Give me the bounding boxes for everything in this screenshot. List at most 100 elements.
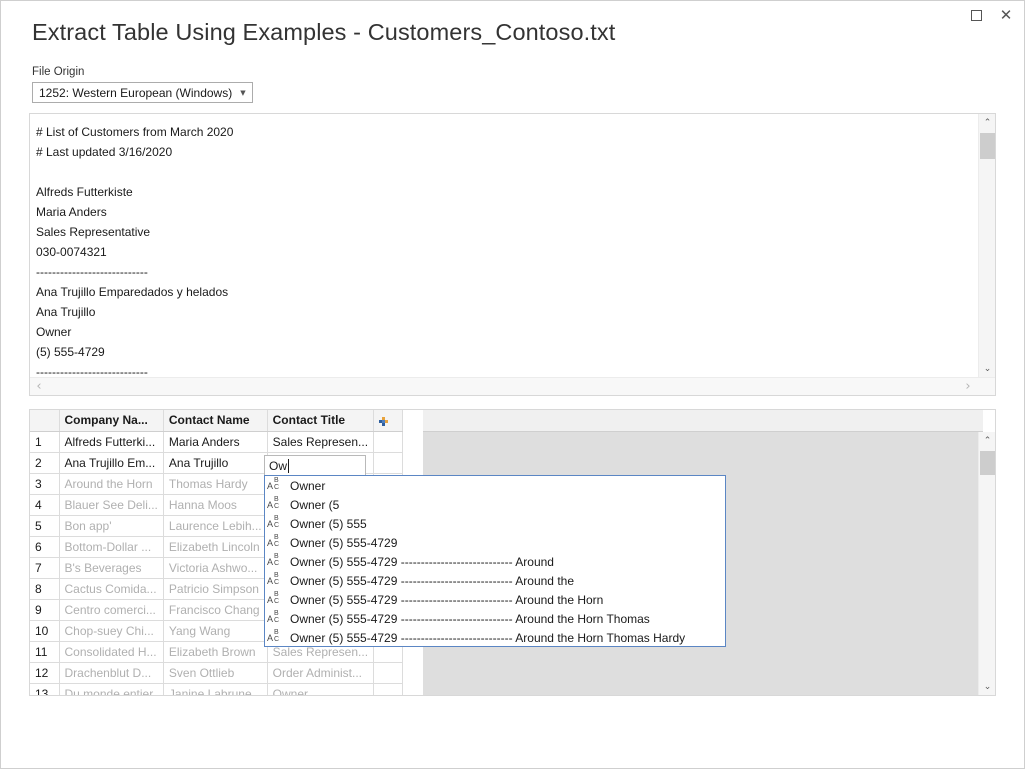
cell-company[interactable]: Cactus Comida... <box>59 578 164 600</box>
autocomplete-item-label: Owner (5) 555-4729 ---------------------… <box>290 592 604 607</box>
scroll-down-icon[interactable]: ⌄ <box>979 360 996 377</box>
autocomplete-item[interactable]: A B C Owner <box>265 476 725 495</box>
preview-line: # List of Customers from March 2020 <box>36 125 234 139</box>
row-number: 13 <box>30 683 60 695</box>
autocomplete-item-label: Owner (5 <box>290 497 340 512</box>
file-origin-value: 1252: Western European (Windows) <box>39 85 233 100</box>
contact-title-edit-value: Ow <box>269 458 287 473</box>
autocomplete-item[interactable]: A B C Owner (5) 555-4729 ------------------… <box>265 571 725 590</box>
scrollbar-thumb[interactable] <box>980 133 995 159</box>
grid-header-row: Company Na... Contact Name Contact Title <box>30 410 404 432</box>
column-header-title[interactable]: Contact Title <box>267 410 375 432</box>
row-number: 11 <box>30 641 60 663</box>
column-header-contact[interactable]: Contact Name <box>163 410 268 432</box>
column-header-company[interactable]: Company Na... <box>59 410 164 432</box>
cell-title[interactable]: Sales Represen... <box>267 431 375 453</box>
abc-text-type-icon: ABC <box>267 610 280 624</box>
autocomplete-item[interactable]: A B C Owner (5) 555-4729 <box>265 533 725 552</box>
cell-contact[interactable]: Maria Anders <box>163 431 268 453</box>
file-preview-pane: # List of Customers from March 2020 # Las… <box>29 113 996 396</box>
cell-company[interactable]: Du monde entier <box>59 683 164 695</box>
autocomplete-item[interactable]: A B C Owner (5) 555 <box>265 514 725 533</box>
close-button[interactable]: ✕ <box>990 1 1022 29</box>
cell-contact[interactable]: Laurence Lebih... <box>163 515 268 537</box>
text-caret <box>288 458 289 473</box>
row-number: 9 <box>30 599 60 621</box>
cell-company[interactable]: Around the Horn <box>59 473 164 495</box>
table-row[interactable]: 1 Alfreds Futterki... Maria Anders Sales Re… <box>30 431 404 453</box>
autocomplete-item[interactable]: A B C Owner (5 <box>265 495 725 514</box>
file-origin-label: File Origin <box>32 66 85 78</box>
abc-text-type-icon: ABC <box>267 629 280 643</box>
cell-company[interactable]: Ana Trujillo Em... <box>59 452 164 474</box>
contact-title-edit-cell[interactable]: Ow <box>264 455 366 476</box>
autocomplete-item[interactable]: A B C Owner (5) 555-4729 ------------------… <box>265 609 725 628</box>
cell-new-column[interactable] <box>373 452 404 474</box>
cell-title[interactable]: Order Administ... <box>267 662 375 684</box>
abc-text-type-icon: ABC <box>267 477 280 491</box>
cell-contact[interactable]: Sven Ottlieb <box>163 662 268 684</box>
maximize-button[interactable] <box>960 1 992 29</box>
table-row[interactable]: 12 Drachenblut D... Sven Ottlieb Order Admi… <box>30 662 404 684</box>
row-number: 10 <box>30 620 60 642</box>
preview-vertical-scrollbar[interactable]: ⌃ ⌄ <box>978 114 995 377</box>
add-column-header[interactable] <box>373 410 404 432</box>
autocomplete-item[interactable]: A B C Owner (5) 555-4729 ------------------… <box>265 590 725 609</box>
scroll-left-icon[interactable]: ‹ <box>30 378 48 395</box>
autocomplete-item[interactable]: A B C Owner (5) 555-4729 ------------------… <box>265 628 725 646</box>
abc-text-type-icon: ABC <box>267 496 280 510</box>
scroll-right-icon[interactable]: › <box>959 378 977 395</box>
cell-new-column[interactable] <box>373 683 404 695</box>
cell-contact[interactable]: Thomas Hardy <box>163 473 268 495</box>
cell-contact[interactable]: Janine Labrune <box>163 683 268 695</box>
cell-new-column[interactable] <box>373 431 404 453</box>
cell-company[interactable]: Centro comerci... <box>59 599 164 621</box>
page-title: Extract Table Using Examples - Customers… <box>32 19 616 45</box>
cell-contact[interactable]: Elizabeth Brown <box>163 641 268 663</box>
autocomplete-item-label: Owner (5) 555 <box>290 516 367 531</box>
cell-company[interactable]: B's Beverages <box>59 557 164 579</box>
row-number: 2 <box>30 452 60 474</box>
file-origin-dropdown[interactable]: 1252: Western European (Windows) ▼ <box>32 82 253 103</box>
preview-line: Owner <box>36 325 72 339</box>
cell-company[interactable]: Bottom-Dollar ... <box>59 536 164 558</box>
row-number: 4 <box>30 494 60 516</box>
autocomplete-item[interactable]: A B C Owner (5) 555-4729 ------------------… <box>265 552 725 571</box>
preview-line: # Last updated 3/16/2020 <box>36 145 173 159</box>
preview-line: Maria Anders <box>36 205 107 219</box>
cell-company[interactable]: Consolidated H... <box>59 641 164 663</box>
cell-company[interactable]: Drachenblut D... <box>59 662 164 684</box>
table-row[interactable]: 13 Du monde entier Janine Labrune Owner <box>30 683 404 695</box>
row-number: 1 <box>30 431 60 453</box>
cell-contact[interactable]: Yang Wang <box>163 620 268 642</box>
cell-contact[interactable]: Hanna Moos <box>163 494 268 516</box>
autocomplete-suggestion-list[interactable]: A B C Owner A B C Owner (5 A B C Owner (5) 555 A B C Ow… <box>264 475 726 647</box>
autocomplete-item-label: Owner (5) 555-4729 ---------------------… <box>290 554 554 569</box>
cell-contact[interactable]: Elizabeth Lincoln <box>163 536 268 558</box>
add-column-icon <box>379 416 389 426</box>
grid-vertical-scrollbar[interactable]: ⌃ ⌄ <box>978 432 995 695</box>
cell-contact[interactable]: Patricio Simpson <box>163 578 268 600</box>
cell-company[interactable]: Alfreds Futterki... <box>59 431 164 453</box>
cell-new-column[interactable] <box>373 662 404 684</box>
autocomplete-item-label: Owner (5) 555-4729 ---------------------… <box>290 573 574 588</box>
scroll-up-icon[interactable]: ⌃ <box>979 114 996 131</box>
preview-line: Ana Trujillo Emparedados y helados <box>36 285 229 299</box>
cell-contact[interactable]: Francisco Chang <box>163 599 268 621</box>
cell-contact[interactable]: Ana Trujillo <box>163 452 268 474</box>
row-number: 3 <box>30 473 60 495</box>
preview-horizontal-scrollbar[interactable]: ‹ › <box>30 377 995 395</box>
preview-line: (5) 555-4729 <box>36 345 105 359</box>
scrollbar-thumb[interactable] <box>980 451 995 475</box>
preview-line: ---------------------------- <box>36 365 148 377</box>
row-number: 8 <box>30 578 60 600</box>
cell-company[interactable]: Blauer See Deli... <box>59 494 164 516</box>
cell-company[interactable]: Chop-suey Chi... <box>59 620 164 642</box>
scroll-up-icon[interactable]: ⌃ <box>979 432 995 449</box>
abc-text-type-icon: ABC <box>267 515 280 529</box>
cell-company[interactable]: Bon app' <box>59 515 164 537</box>
cell-title[interactable]: Owner <box>267 683 375 695</box>
scroll-down-icon[interactable]: ⌄ <box>979 678 995 695</box>
cell-contact[interactable]: Victoria Ashwo... <box>163 557 268 579</box>
preview-line: Sales Representative <box>36 225 151 239</box>
